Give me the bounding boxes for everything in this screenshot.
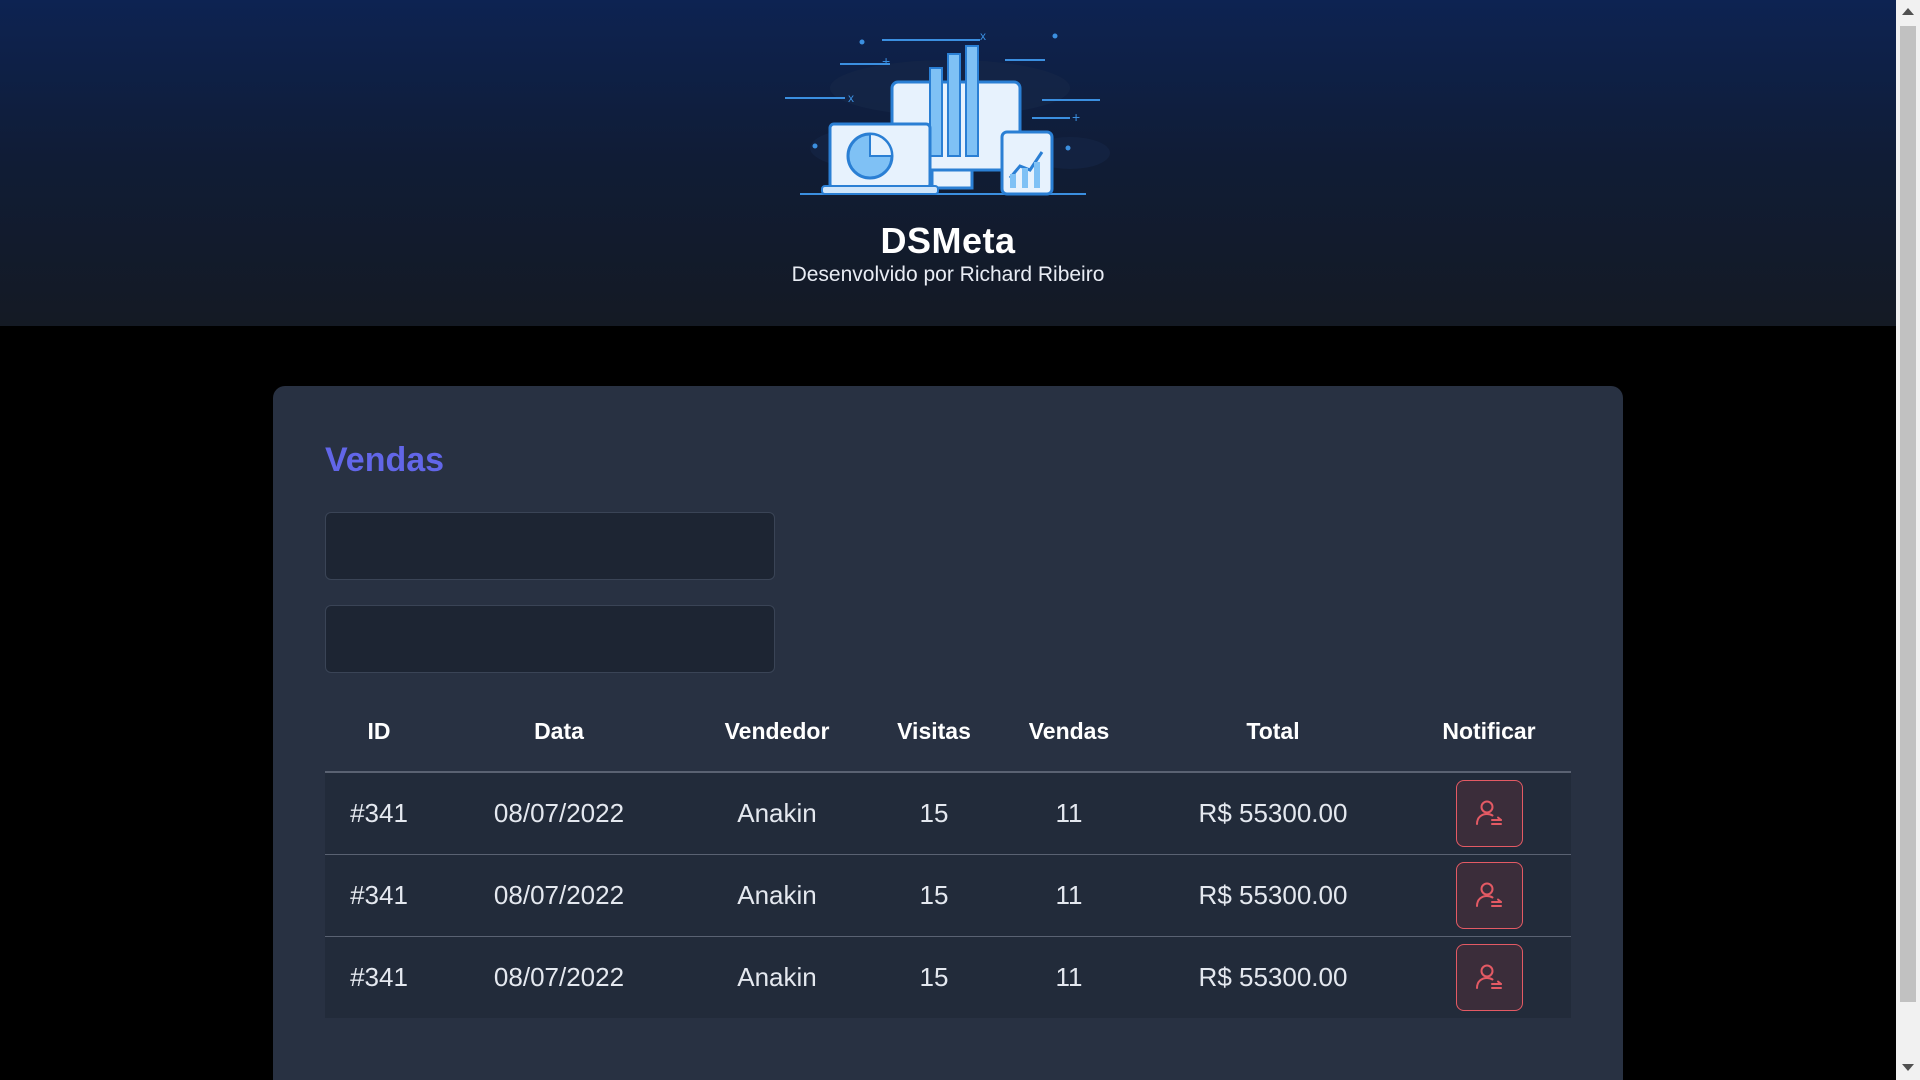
svg-text:x: x bbox=[980, 29, 986, 43]
max-date-input[interactable] bbox=[325, 605, 775, 673]
notify-button[interactable] bbox=[1455, 943, 1523, 1011]
cell-visits: 15 bbox=[869, 854, 999, 937]
scroll-down-arrow-icon[interactable] bbox=[1902, 1064, 1914, 1071]
notify-button[interactable] bbox=[1455, 861, 1523, 929]
cell-seller: Anakin bbox=[685, 772, 869, 855]
app-subtitle: Desenvolvido por Richard Ribeiro bbox=[791, 263, 1105, 286]
table-row: #341 08/07/2022 Anakin 15 11 R$ 55300.00 bbox=[325, 854, 1571, 937]
cell-id: #341 bbox=[325, 772, 433, 855]
user-notify-icon bbox=[1476, 882, 1502, 907]
cell-visits: 15 bbox=[869, 936, 999, 1018]
svg-text:x: x bbox=[848, 91, 854, 105]
cell-id: #341 bbox=[325, 854, 433, 937]
header: + + x x DSMeta Desenvolvido por Richard … bbox=[0, 0, 1896, 326]
cell-date: 08/07/2022 bbox=[433, 854, 685, 937]
column-header-seller: Vendedor bbox=[685, 692, 869, 773]
table-header-row: ID Data Vendedor Visitas Vendas Total No… bbox=[325, 692, 1571, 773]
column-header-visits: Visitas bbox=[869, 692, 999, 773]
column-header-date: Data bbox=[433, 692, 685, 773]
table-row: #341 08/07/2022 Anakin 15 11 R$ 55300.00 bbox=[325, 772, 1571, 855]
sales-title: Vendas bbox=[325, 441, 445, 479]
page: + + x x DSMeta Desenvolvido por Richard … bbox=[0, 0, 1896, 1080]
column-header-id: ID bbox=[325, 692, 433, 773]
scroll-up-arrow-icon[interactable] bbox=[1902, 8, 1914, 15]
column-header-total: Total bbox=[1139, 692, 1407, 773]
cell-notify bbox=[1407, 936, 1571, 1018]
cell-visits: 15 bbox=[869, 772, 999, 855]
user-notify-icon bbox=[1476, 964, 1502, 990]
cell-total: R$ 55300.00 bbox=[1139, 936, 1407, 1018]
cell-seller: Anakin bbox=[685, 936, 869, 1018]
dashboard-devices-logo-icon: + + x x bbox=[785, 29, 1110, 196]
cell-total: R$ 55300.00 bbox=[1139, 854, 1407, 937]
app-title: DSMeta bbox=[880, 220, 1016, 261]
cell-sales: 11 bbox=[999, 936, 1139, 1018]
cell-sales: 11 bbox=[999, 772, 1139, 855]
svg-text:+: + bbox=[1072, 109, 1080, 125]
cell-total: R$ 55300.00 bbox=[1139, 772, 1407, 855]
user-notify-icon bbox=[1476, 800, 1502, 826]
sales-table: ID Data Vendedor Visitas Vendas Total No… bbox=[325, 692, 1571, 1018]
sales-card: Vendas ID Data Vendedor Visitas Vendas T… bbox=[273, 386, 1623, 1080]
cell-sales: 11 bbox=[999, 854, 1139, 937]
cell-notify bbox=[1407, 772, 1571, 855]
cell-notify bbox=[1407, 854, 1571, 937]
vertical-scrollbar[interactable] bbox=[1896, 0, 1920, 1080]
notify-button[interactable] bbox=[1455, 779, 1523, 847]
column-header-sales: Vendas bbox=[999, 692, 1139, 773]
scroll-thumb[interactable] bbox=[1900, 26, 1916, 1002]
column-header-notify: Notificar bbox=[1407, 692, 1571, 773]
cell-id: #341 bbox=[325, 936, 433, 1018]
svg-text:+: + bbox=[882, 53, 890, 69]
cell-seller: Anakin bbox=[685, 854, 869, 937]
cell-date: 08/07/2022 bbox=[433, 936, 685, 1018]
table-row: #341 08/07/2022 Anakin 15 11 R$ 55300.00 bbox=[325, 936, 1571, 1018]
cell-date: 08/07/2022 bbox=[433, 772, 685, 855]
min-date-input[interactable] bbox=[325, 512, 775, 580]
